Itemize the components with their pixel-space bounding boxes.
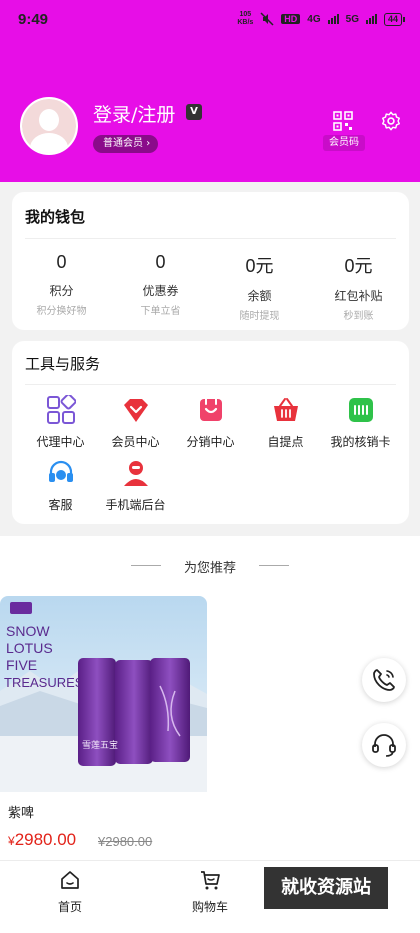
avatar[interactable]: [20, 97, 78, 155]
mute-icon: [260, 12, 274, 26]
wallet-label: 积分: [49, 284, 74, 298]
product-image-text: TREASURES: [4, 675, 84, 690]
network-speed-unit: KB/s: [237, 19, 254, 26]
hd-badge: HD: [281, 14, 301, 24]
product-old-price: ¥2980.00: [98, 834, 153, 849]
tool-label: 会员中心: [111, 435, 160, 449]
signal-4g-label: 4G: [307, 13, 321, 25]
bag-smile-icon: [199, 398, 222, 421]
tab-label: 购物车: [191, 900, 228, 914]
product-image-text: SNOW: [6, 623, 50, 639]
wallet-value: 0: [155, 252, 166, 272]
battery-icon: 44: [383, 12, 406, 26]
grid-icon: [46, 395, 76, 424]
wallet-item-balance[interactable]: 0元 余额 随时提现: [210, 252, 309, 322]
price-value: 2980.00: [14, 830, 77, 849]
wallet-sub: 下单立省: [140, 306, 181, 317]
tab-home[interactable]: 首页: [30, 869, 110, 915]
tools-title: 工具与服务: [25, 355, 101, 373]
avatar-body: [30, 133, 68, 153]
signal-icon: [327, 14, 339, 24]
wallet-card: 我的钱包 0 积分 积分换好物 0 优惠券 下单立省 0元 余额 随时提现 0元…: [12, 192, 409, 330]
wallet-item-redpacket[interactable]: 0元 红包补贴 秒到账: [309, 252, 408, 322]
tool-member-center[interactable]: 会员中心: [96, 395, 175, 450]
card-verify-icon: [348, 398, 373, 422]
phone-icon: [373, 669, 395, 691]
tool-distribution-center[interactable]: 分销中心: [171, 395, 250, 450]
tool-mobile-admin[interactable]: 手机端后台: [96, 458, 175, 513]
wallet-value: 0元: [344, 256, 373, 276]
product-image-text: FIVE: [6, 657, 37, 673]
avatar-placeholder: [22, 99, 76, 153]
tool-label: 自提点: [267, 435, 304, 449]
signal-5g-label: 5G: [345, 13, 359, 25]
tool-label: 客服: [48, 498, 73, 512]
recommend-title: 为您推荐: [183, 561, 236, 576]
tool-customer-service[interactable]: 客服: [21, 458, 100, 513]
headset-icon: [372, 734, 396, 757]
avatar-head: [39, 109, 59, 131]
heart-diamond-icon: [123, 399, 148, 422]
member-level-label: 普通会员: [103, 138, 143, 149]
wallet-item-coupons[interactable]: 0 优惠券 下单立省: [111, 252, 210, 317]
tool-label: 代理中心: [36, 435, 85, 449]
divider: [25, 238, 396, 239]
divider: [25, 384, 396, 385]
product-image[interactable]: SNOW LOTUS FIVE TREASURES 雪莲五宝: [0, 596, 207, 792]
brand-logo: [10, 602, 32, 614]
network-speed-value: 105: [239, 11, 252, 18]
tab-label: 首页: [57, 900, 82, 914]
tool-pickup-point[interactable]: 自提点: [246, 395, 325, 450]
wallet-sub: 随时提现: [239, 311, 280, 322]
tool-verify-card[interactable]: 我的核销卡: [321, 395, 400, 450]
wallet-label: 余额: [247, 289, 272, 303]
currency-symbol: ¥: [8, 834, 15, 848]
member-level-badge[interactable]: 普通会员 ›: [93, 135, 159, 153]
wallet-value: 0元: [245, 256, 274, 276]
phone-call-button[interactable]: [362, 658, 406, 702]
admin-user-icon: [123, 461, 148, 486]
gear-icon[interactable]: [380, 110, 402, 132]
qr-code-icon[interactable]: [333, 111, 353, 131]
can-label: 雪莲五宝: [82, 739, 118, 751]
wallet-value: 0: [56, 252, 67, 272]
product-photo: SNOW LOTUS FIVE TREASURES 雪莲五宝: [0, 596, 207, 792]
wallet-label: 红包补贴: [334, 289, 383, 303]
customer-service-button[interactable]: [362, 723, 406, 767]
tool-agent-center[interactable]: 代理中心: [21, 395, 100, 450]
product-name[interactable]: 紫啤: [8, 802, 34, 821]
wallet-item-points[interactable]: 0 积分 积分换好物: [12, 252, 111, 317]
signal-icon-2: [365, 14, 377, 24]
chevron-right-icon: ›: [146, 138, 151, 149]
login-register-link[interactable]: 登录/注册: [93, 100, 175, 127]
status-bar: 9:49 105 KB/s HD 4G 5G 44: [0, 0, 420, 40]
tools-card: 工具与服务 代理中心 会员中心 分销中心 自提点 我的核销卡 客服 手机端后台: [12, 341, 409, 524]
product-image-text: LOTUS: [6, 640, 53, 656]
divider-line-right: [259, 565, 289, 566]
member-code-button[interactable]: 会员码: [323, 135, 365, 151]
wallet-title: 我的钱包: [25, 208, 86, 226]
wallet-sub: 积分换好物: [36, 306, 87, 317]
tool-label: 分销中心: [186, 435, 235, 449]
tool-label: 我的核销卡: [330, 435, 391, 449]
header: 9:49 105 KB/s HD 4G 5G 44 登录/注册 V 普通会员 ›: [0, 0, 420, 182]
level-badge-icon: V: [186, 104, 202, 120]
wallet-sub: 秒到账: [343, 311, 374, 322]
tab-cart[interactable]: 购物车: [170, 869, 250, 915]
product-price: ¥2980.00: [8, 830, 76, 850]
watermark: 就收资源站: [264, 867, 388, 909]
headset-icon: [48, 460, 73, 482]
cart-icon: [201, 871, 220, 890]
basket-icon: [273, 398, 298, 421]
status-time: 9:49: [18, 11, 49, 28]
tool-label: 手机端后台: [105, 498, 166, 512]
wallet-label: 优惠券: [142, 284, 179, 298]
network-speed: 105 KB/s: [237, 11, 253, 27]
home-icon: [61, 871, 79, 889]
status-icons: 105 KB/s HD 4G 5G 44: [237, 11, 406, 27]
